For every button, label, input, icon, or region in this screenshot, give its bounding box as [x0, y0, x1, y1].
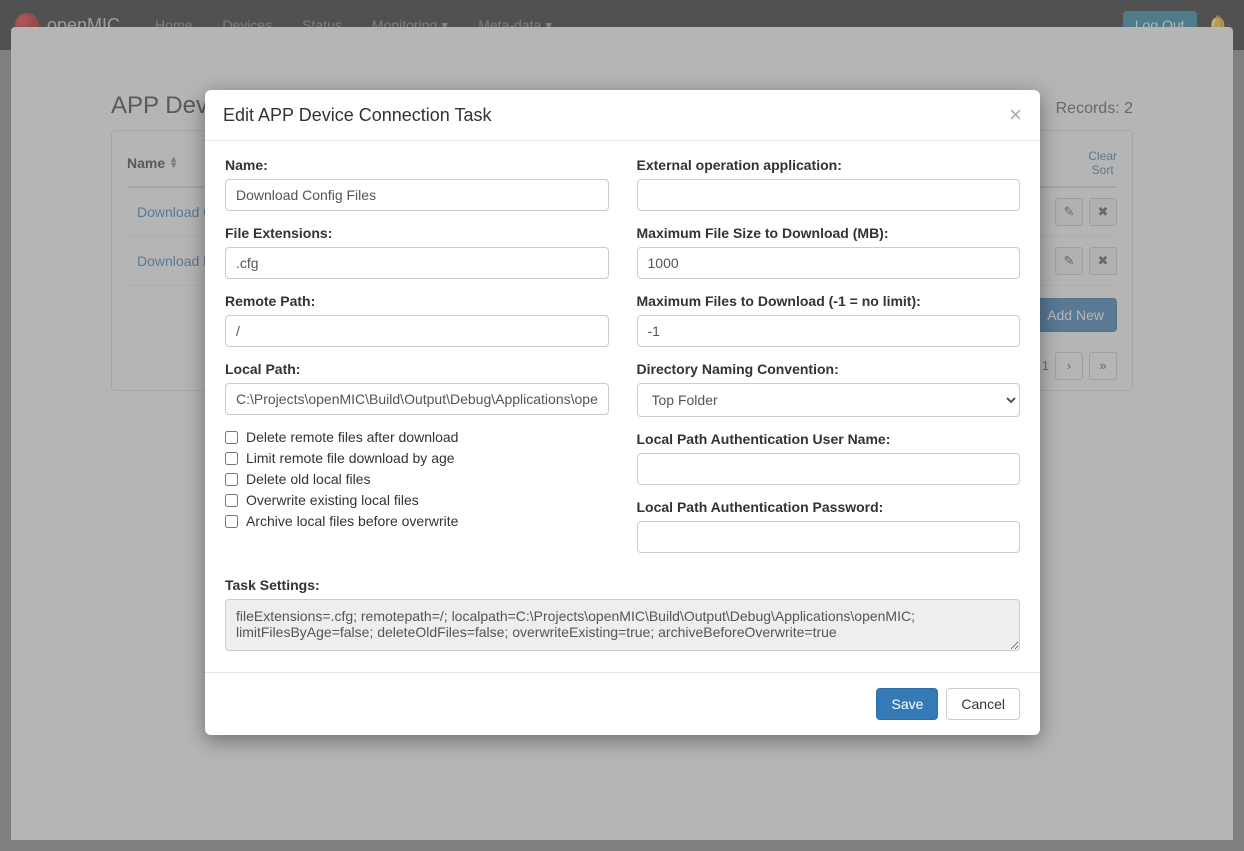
label-dir-naming: Directory Naming Convention:: [637, 361, 1021, 377]
label-max-files: Maximum Files to Download (-1 = no limit…: [637, 293, 1021, 309]
label-task-settings: Task Settings:: [225, 577, 1020, 593]
auth-user-input[interactable]: [637, 453, 1021, 485]
cancel-button[interactable]: Cancel: [946, 688, 1020, 720]
save-button[interactable]: Save: [876, 688, 938, 720]
max-files-input[interactable]: [637, 315, 1021, 347]
task-settings-textarea[interactable]: fileExtensions=.cfg; remotepath=/; local…: [225, 599, 1020, 651]
name-input[interactable]: [225, 179, 609, 211]
file-extensions-input[interactable]: [225, 247, 609, 279]
checkbox-label: Archive local files before overwrite: [246, 513, 458, 529]
label-external-app: External operation application:: [637, 157, 1021, 173]
checkbox-label: Delete remote files after download: [246, 429, 458, 445]
label-auth-pass: Local Path Authentication Password:: [637, 499, 1021, 515]
checkbox-limit-by-age[interactable]: [225, 452, 238, 465]
checkbox-overwrite-existing[interactable]: [225, 494, 238, 507]
dir-naming-select[interactable]: Top Folder: [637, 383, 1021, 417]
checkbox-archive-before[interactable]: [225, 515, 238, 528]
label-max-file-size: Maximum File Size to Download (MB):: [637, 225, 1021, 241]
checkbox-delete-remote[interactable]: [225, 431, 238, 444]
checkbox-label: Delete old local files: [246, 471, 371, 487]
auth-pass-input[interactable]: [637, 521, 1021, 553]
checkbox-label: Overwrite existing local files: [246, 492, 419, 508]
modal-close-button[interactable]: ×: [1009, 104, 1022, 126]
label-remote-path: Remote Path:: [225, 293, 609, 309]
label-name: Name:: [225, 157, 609, 173]
checkbox-label: Limit remote file download by age: [246, 450, 455, 466]
external-app-input[interactable]: [637, 179, 1021, 211]
label-local-path: Local Path:: [225, 361, 609, 377]
label-auth-user: Local Path Authentication User Name:: [637, 431, 1021, 447]
max-file-size-input[interactable]: [637, 247, 1021, 279]
checkbox-delete-old-local[interactable]: [225, 473, 238, 486]
local-path-input[interactable]: [225, 383, 609, 415]
modal-title: Edit APP Device Connection Task: [223, 105, 492, 126]
edit-task-modal: Edit APP Device Connection Task × Name: …: [205, 90, 1040, 735]
label-file-extensions: File Extensions:: [225, 225, 609, 241]
remote-path-input[interactable]: [225, 315, 609, 347]
